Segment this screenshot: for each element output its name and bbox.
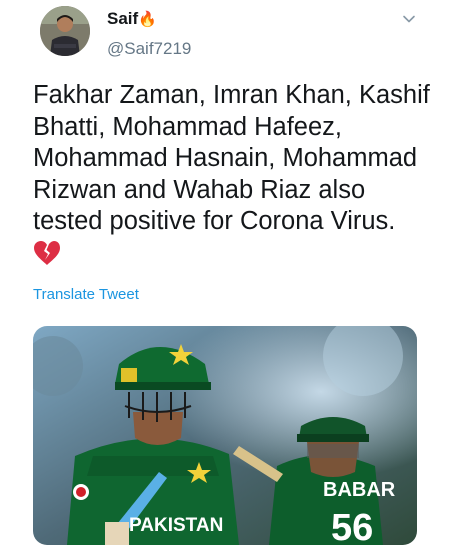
translate-tweet-link[interactable]: Translate Tweet (33, 286, 139, 303)
tweet-text: Fakhar Zaman, Imran Khan, Kashif Bhatti,… (33, 81, 430, 235)
broken-heart-icon (34, 241, 60, 265)
jersey-text: PAKISTAN (129, 515, 223, 536)
author-name[interactable]: Saif🔥 (107, 9, 157, 29)
author-handle[interactable]: @Saif7219 (107, 39, 191, 59)
cricket-photo: BABAR 56 PAKISTAN (33, 326, 417, 545)
player2-name-label: BABAR (323, 479, 396, 501)
author-name-text: Saif (107, 9, 139, 28)
fire-emoji-icon: 🔥 (138, 11, 157, 28)
chevron-down-icon[interactable] (401, 11, 417, 27)
avatar[interactable] (40, 6, 90, 56)
player2-number-label: 56 (331, 507, 373, 545)
tweet-media-image[interactable]: BABAR 56 PAKISTAN (33, 326, 417, 545)
avatar-image (40, 6, 90, 56)
